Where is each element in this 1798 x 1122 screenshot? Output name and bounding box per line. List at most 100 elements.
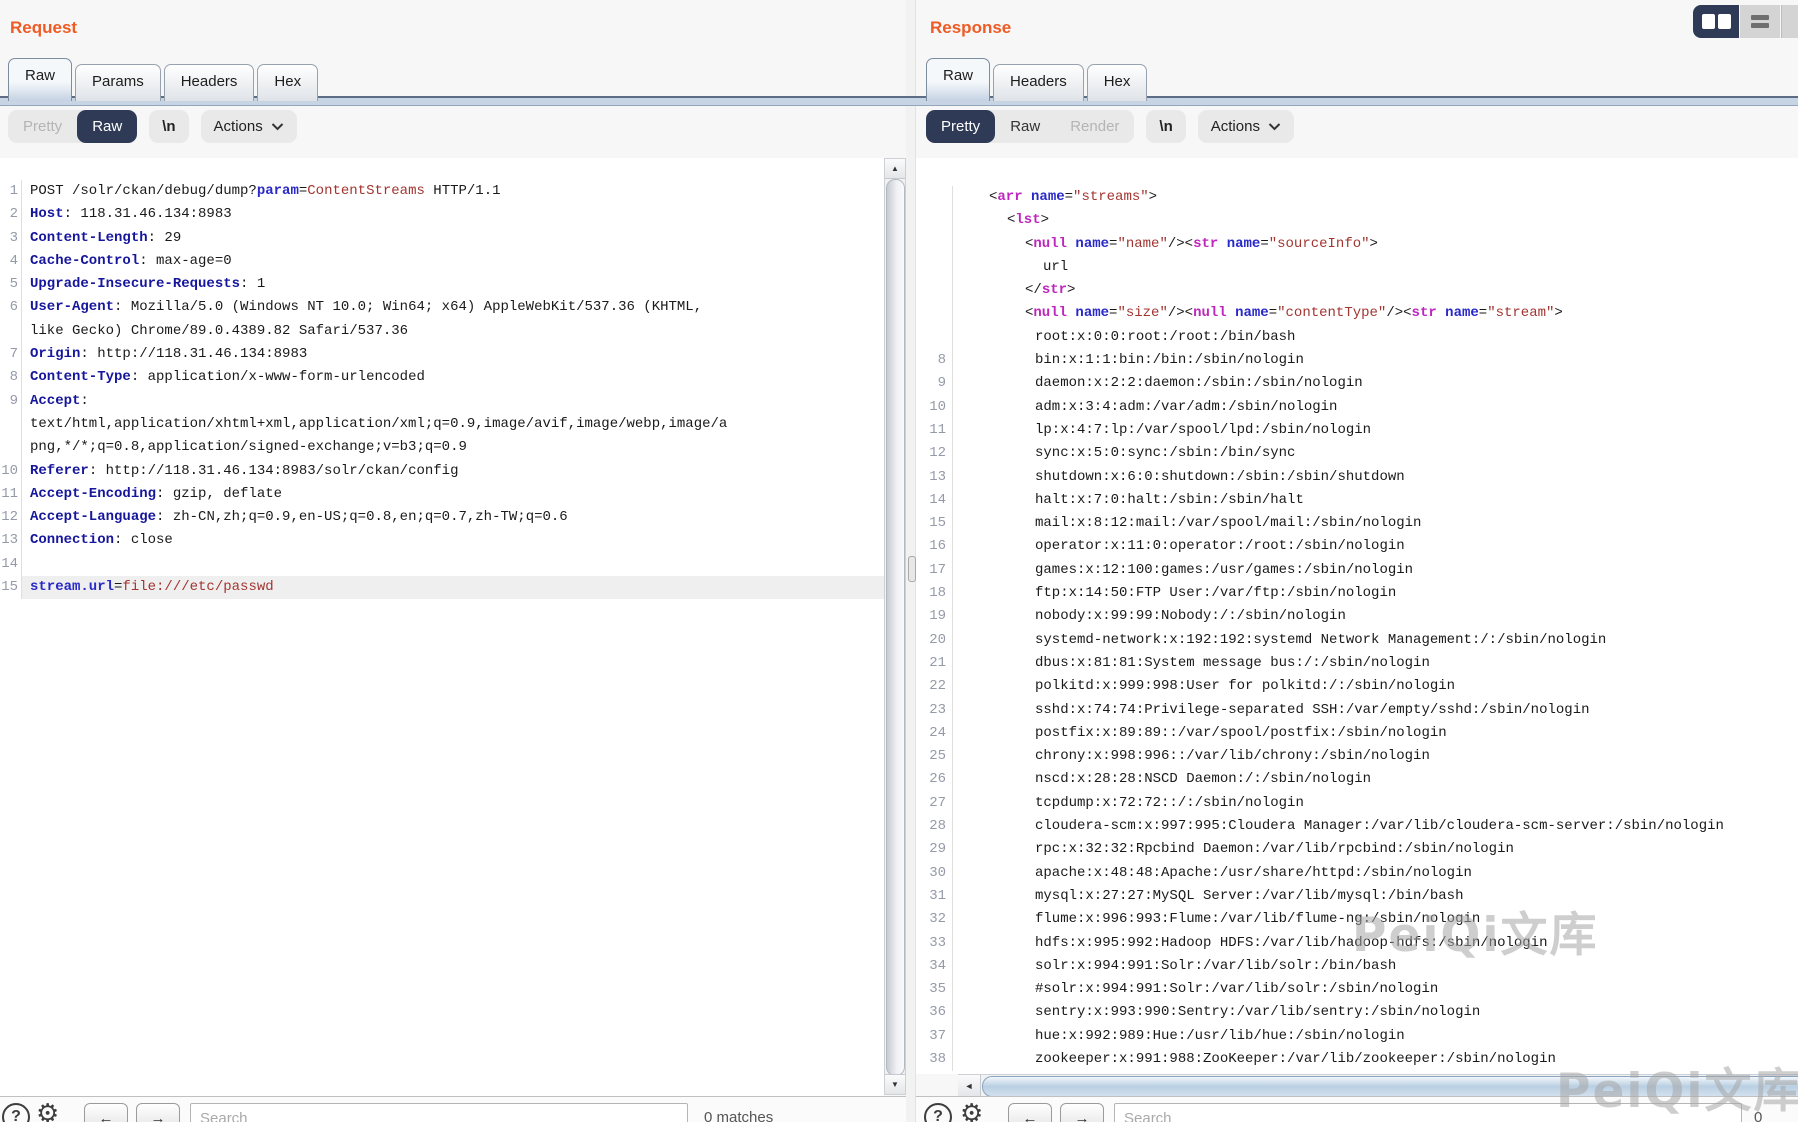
code-line: 32flume:x:996:993:Flume:/var/lib/flume-n… (916, 908, 1798, 931)
search-prev-button[interactable]: ← (1008, 1103, 1052, 1122)
help-icon[interactable]: ? (924, 1103, 952, 1122)
format-option-raw[interactable]: Raw (77, 110, 137, 143)
stacked-view-button[interactable] (1740, 5, 1780, 38)
line-content: apache:x:48:48:Apache:/usr/share/httpd:/… (953, 862, 1798, 885)
tab-raw[interactable]: Raw (8, 58, 72, 101)
clipped-view-button[interactable] (1781, 5, 1798, 38)
search-next-button[interactable]: → (136, 1103, 180, 1122)
request-editor[interactable]: 1POST /solr/ckan/debug/dump?param=Conten… (0, 158, 884, 1096)
line-content: Accept: (22, 390, 884, 413)
newline-toggle-button[interactable]: \n (149, 110, 188, 143)
line-content: shutdown:x:6:0:shutdown:/sbin:/sbin/shut… (953, 466, 1798, 489)
split-view-icon (1702, 14, 1715, 29)
response-panel: Response RawHeadersHex PrettyRawRender \… (916, 0, 1798, 1122)
code-line: 10adm:x:3:4:adm:/var/adm:/sbin/nologin (916, 396, 1798, 419)
line-content: </str> (953, 279, 1798, 302)
code-line: 10Referer: http://118.31.46.134:8983/sol… (0, 460, 884, 483)
code-line: 30apache:x:48:48:Apache:/usr/share/httpd… (916, 862, 1798, 885)
line-number (916, 209, 953, 232)
tab-params[interactable]: Params (75, 64, 161, 101)
response-search-bar: ? ⚙ ← → 0 matches (916, 1096, 1798, 1122)
code-line: 5Upgrade-Insecure-Requests: 1 (0, 273, 884, 296)
response-tabs: RawHeadersHex (926, 58, 1150, 101)
line-content: sync:x:5:0:sync:/sbin:/bin/sync (953, 442, 1798, 465)
search-match-count: 0 matches (1754, 1109, 1798, 1122)
line-number: 22 (916, 675, 953, 698)
code-line: 18ftp:x:14:50:FTP User:/var/ftp:/sbin/no… (916, 582, 1798, 605)
line-number (916, 279, 953, 302)
newline-toggle-button[interactable]: \n (1146, 110, 1185, 143)
request-toolbar: PrettyRaw \n Actions (8, 110, 297, 143)
tab-headers[interactable]: Headers (164, 64, 255, 101)
line-content: <null name="name"/><str name="sourceInfo… (953, 233, 1798, 256)
search-match-count: 0 matches (704, 1109, 773, 1122)
tab-headers[interactable]: Headers (993, 64, 1084, 101)
line-content: tcpdump:x:72:72::/:/sbin/nologin (953, 792, 1798, 815)
scrollbar-thumb[interactable] (886, 179, 905, 1076)
request-vertical-scrollbar: ▲ ▼ (884, 158, 906, 1095)
search-input[interactable] (190, 1103, 688, 1122)
code-line: 14halt:x:7:0:halt:/sbin:/sbin/halt (916, 489, 1798, 512)
help-icon[interactable]: ? (2, 1103, 30, 1122)
code-line: 33hdfs:x:995:992:Hadoop HDFS:/var/lib/ha… (916, 932, 1798, 955)
scroll-up-button[interactable]: ▲ (885, 159, 905, 179)
line-content: zookeeper:x:991:988:ZooKeeper:/var/lib/z… (953, 1048, 1798, 1071)
code-line: <arr name="streams"> (916, 186, 1798, 209)
search-input[interactable] (1114, 1103, 1742, 1122)
chevron-down-icon (1268, 123, 1281, 131)
code-line: 37hue:x:992:989:Hue:/usr/lib/hue:/sbin/n… (916, 1025, 1798, 1048)
code-line: 15mail:x:8:12:mail:/var/spool/mail:/sbin… (916, 512, 1798, 535)
line-number: 8 (916, 349, 953, 372)
tab-hex[interactable]: Hex (1087, 64, 1148, 101)
line-content: <arr name="streams"> (953, 186, 1798, 209)
line-content: flume:x:996:993:Flume:/var/lib/flume-ng:… (953, 908, 1798, 931)
line-number: 14 (916, 489, 953, 512)
line-content: postfix:x:89:89::/var/spool/postfix:/sbi… (953, 722, 1798, 745)
code-line: 23sshd:x:74:74:Privilege-separated SSH:/… (916, 699, 1798, 722)
format-option-render[interactable]: Render (1055, 110, 1134, 143)
response-title: Response (930, 18, 1011, 38)
request-tabs: RawParamsHeadersHex (8, 58, 321, 101)
scroll-left-button[interactable]: ◄ (958, 1075, 981, 1096)
line-content: lp:x:4:7:lp:/var/spool/lpd:/sbin/nologin (953, 419, 1798, 442)
tab-raw[interactable]: Raw (926, 58, 990, 101)
line-number: 3 (0, 227, 22, 250)
code-line: 14 (0, 553, 884, 576)
divider-drag-handle[interactable] (908, 556, 916, 582)
code-line: 22polkitd:x:999:998:User for polkitd:/:/… (916, 675, 1798, 698)
format-option-raw[interactable]: Raw (995, 110, 1055, 143)
actions-button[interactable]: Actions (201, 110, 297, 143)
search-settings-gear-icon[interactable]: ⚙ (960, 1101, 983, 1122)
tab-hex[interactable]: Hex (257, 64, 318, 101)
search-settings-gear-icon[interactable]: ⚙ (36, 1101, 59, 1122)
line-content: Content-Type: application/x-www-form-url… (22, 366, 884, 389)
code-line: 34solr:x:994:991:Solr:/var/lib/solr:/bin… (916, 955, 1798, 978)
split-view-button[interactable] (1693, 5, 1739, 38)
line-number: 35 (916, 978, 953, 1001)
format-option-pretty[interactable]: Pretty (926, 110, 995, 143)
line-number (916, 302, 953, 325)
scrollbar-thumb[interactable] (982, 1076, 1798, 1097)
actions-button[interactable]: Actions (1198, 110, 1294, 143)
code-line: 8bin:x:1:1:bin:/bin:/sbin/nologin (916, 349, 1798, 372)
search-prev-button[interactable]: ← (84, 1103, 128, 1122)
scroll-down-button[interactable]: ▼ (885, 1074, 905, 1094)
line-number (916, 256, 953, 279)
line-content: bin:x:1:1:bin:/bin:/sbin/nologin (953, 349, 1798, 372)
code-line: 38zookeeper:x:991:988:ZooKeeper:/var/lib… (916, 1048, 1798, 1071)
code-line: 16operator:x:11:0:operator:/root:/sbin/n… (916, 535, 1798, 558)
search-next-button[interactable]: → (1060, 1103, 1104, 1122)
request-title: Request (10, 18, 77, 38)
code-line: 29rpc:x:32:32:Rpcbind Daemon:/var/lib/rp… (916, 838, 1798, 861)
response-editor[interactable]: <arr name="streams"><lst><null name="nam… (916, 158, 1798, 1074)
line-content: Host: 118.31.46.134:8983 (22, 203, 884, 226)
line-content: hdfs:x:995:992:Hadoop HDFS:/var/lib/hado… (953, 932, 1798, 955)
code-line: 2Host: 118.31.46.134:8983 (0, 203, 884, 226)
code-line: 27tcpdump:x:72:72::/:/sbin/nologin (916, 792, 1798, 815)
pane-divider (906, 0, 916, 1122)
line-number (0, 436, 22, 459)
code-line: png,*/*;q=0.8,application/signed-exchang… (0, 436, 884, 459)
line-content: <lst> (953, 209, 1798, 232)
format-option-pretty[interactable]: Pretty (8, 110, 77, 143)
line-number: 23 (916, 699, 953, 722)
